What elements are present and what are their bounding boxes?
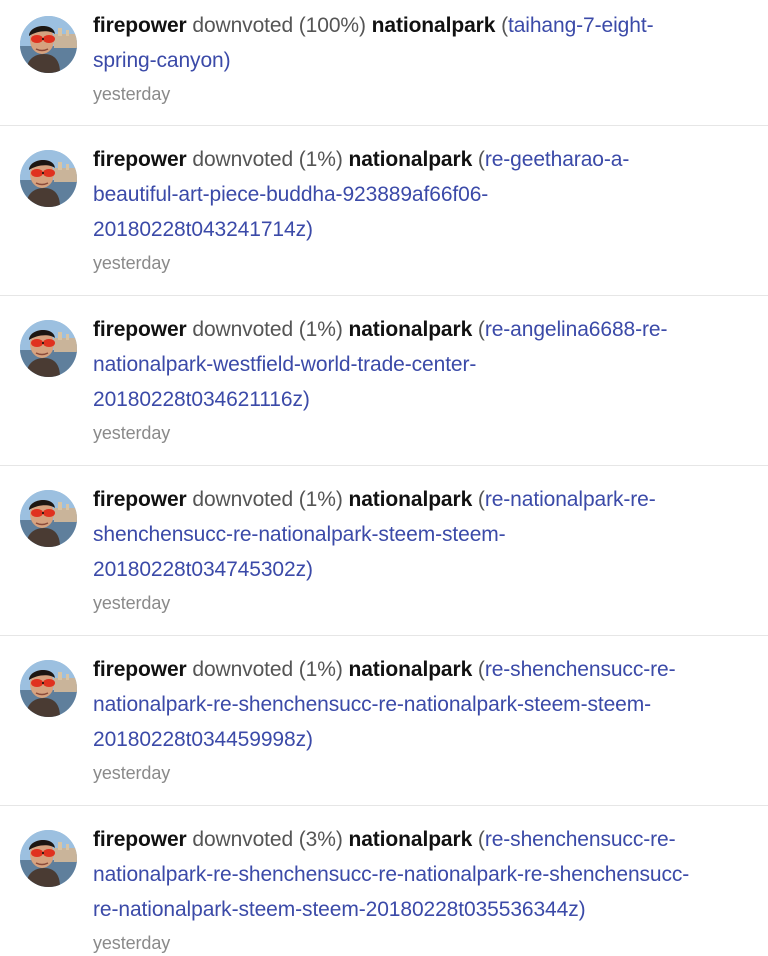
notification-line: firepower downvoted (1%) nationalpark (r… [93,482,753,517]
notification-line: spring-canyon) [93,43,753,78]
post-link[interactable]: re-geetharao-a- [485,148,630,171]
notification-line: 20180228t034745302z) [93,552,753,587]
post-link[interactable]: 20180228t034459998z [93,728,306,751]
vote-action-text: downvoted (1%) [192,488,343,511]
timestamp: yesterday [93,763,171,783]
vote-action-text: downvoted (1%) [192,318,343,341]
post-link[interactable]: re-shenchensucc-re- [485,828,676,851]
post-link[interactable]: re-angelina6688-re- [485,318,668,341]
user-avatar-icon[interactable] [20,320,77,377]
timestamp: yesterday [93,84,171,104]
post-link[interactable]: beautiful-art-piece-buddha-923889af66f06… [93,183,488,206]
notification-item: firepower downvoted (3%) nationalpark (r… [0,806,768,956]
timestamp: yesterday [93,933,171,953]
notification-line: 20180228t043241714z) [93,212,753,247]
timestamp: yesterday [93,593,171,613]
target-username-link[interactable]: nationalpark [348,318,472,341]
timestamp: yesterday [93,253,171,273]
actor-username-link[interactable]: firepower [93,658,187,681]
notification-feed: firepower downvoted (100%) nationalpark … [0,0,768,956]
notification-item: firepower downvoted (1%) nationalpark (r… [0,126,768,296]
close-paren: ) [305,218,313,241]
open-paren: ( [477,658,485,681]
vote-action-text: downvoted (100%) [192,14,366,37]
user-avatar-icon[interactable] [20,150,77,207]
notification-content: firepower downvoted (1%) nationalpark (r… [93,482,753,619]
notification-line: nationalpark-westfield-world-trade-cente… [93,347,753,382]
post-link[interactable]: 20180228t043241714z [93,218,306,241]
notification-content: firepower downvoted (1%) nationalpark (r… [93,142,753,279]
notification-line: re-nationalpark-steem-steem-20180228t035… [93,892,753,927]
open-paren: ( [477,828,485,851]
actor-username-link[interactable]: firepower [93,14,187,37]
timestamp: yesterday [93,423,171,443]
post-link[interactable]: re-nationalpark-re- [485,488,656,511]
close-paren: ) [305,728,313,751]
post-link[interactable]: nationalpark-re-shenchensucc-re-national… [93,863,689,886]
notification-content: firepower downvoted (1%) nationalpark (r… [93,652,753,789]
actor-username-link[interactable]: firepower [93,148,187,171]
open-paren: ( [477,148,485,171]
notification-line: firepower downvoted (100%) nationalpark … [93,8,753,43]
post-link[interactable]: taihang-7-eight- [508,14,654,37]
target-username-link[interactable]: nationalpark [348,488,472,511]
notification-line: 20180228t034459998z) [93,722,753,757]
user-avatar-icon[interactable] [20,660,77,717]
notification-line: nationalpark-re-shenchensucc-re-national… [93,687,753,722]
actor-username-link[interactable]: firepower [93,488,187,511]
target-username-link[interactable]: nationalpark [348,148,472,171]
close-paren: ) [223,49,231,72]
notification-item: firepower downvoted (100%) nationalpark … [0,0,768,126]
open-paren: ( [501,14,508,37]
notification-item: firepower downvoted (1%) nationalpark (r… [0,296,768,466]
close-paren: ) [305,558,313,581]
notification-item: firepower downvoted (1%) nationalpark (r… [0,466,768,636]
notification-line: nationalpark-re-shenchensucc-re-national… [93,857,753,892]
notification-line: firepower downvoted (3%) nationalpark (r… [93,822,753,857]
post-link[interactable]: nationalpark-westfield-world-trade-cente… [93,353,476,376]
vote-action-text: downvoted (3%) [192,828,343,851]
notification-line: firepower downvoted (1%) nationalpark (r… [93,142,753,177]
target-username-link[interactable]: nationalpark [348,828,472,851]
notification-content: firepower downvoted (1%) nationalpark (r… [93,312,753,449]
vote-action-text: downvoted (1%) [192,148,343,171]
post-link[interactable]: 20180228t034745302z [93,558,306,581]
notification-content: firepower downvoted (3%) nationalpark (r… [93,822,753,956]
target-username-link[interactable]: nationalpark [348,658,472,681]
open-paren: ( [477,488,485,511]
post-link[interactable]: shenchensucc-re-nationalpark-steem-steem… [93,523,506,546]
notification-content: firepower downvoted (100%) nationalpark … [93,8,753,110]
notification-line: 20180228t034621116z) [93,382,753,417]
user-avatar-icon[interactable] [20,16,77,73]
actor-username-link[interactable]: firepower [93,318,187,341]
vote-action-text: downvoted (1%) [192,658,343,681]
post-link[interactable]: re-shenchensucc-re- [485,658,676,681]
notification-item: firepower downvoted (1%) nationalpark (r… [0,636,768,806]
notification-line: shenchensucc-re-nationalpark-steem-steem… [93,517,753,552]
post-link[interactable]: spring-canyon [93,49,224,72]
target-username-link[interactable]: nationalpark [372,14,496,37]
open-paren: ( [477,318,485,341]
actor-username-link[interactable]: firepower [93,828,187,851]
user-avatar-icon[interactable] [20,490,77,547]
post-link[interactable]: re-nationalpark-steem-steem-20180228t035… [93,898,579,921]
post-link[interactable]: nationalpark-re-shenchensucc-re-national… [93,693,651,716]
notification-line: firepower downvoted (1%) nationalpark (r… [93,652,753,687]
notification-line: firepower downvoted (1%) nationalpark (r… [93,312,753,347]
close-paren: ) [578,898,586,921]
user-avatar-icon[interactable] [20,830,77,887]
post-link[interactable]: 20180228t034621116z [93,388,303,411]
close-paren: ) [302,388,310,411]
notification-line: beautiful-art-piece-buddha-923889af66f06… [93,177,753,212]
